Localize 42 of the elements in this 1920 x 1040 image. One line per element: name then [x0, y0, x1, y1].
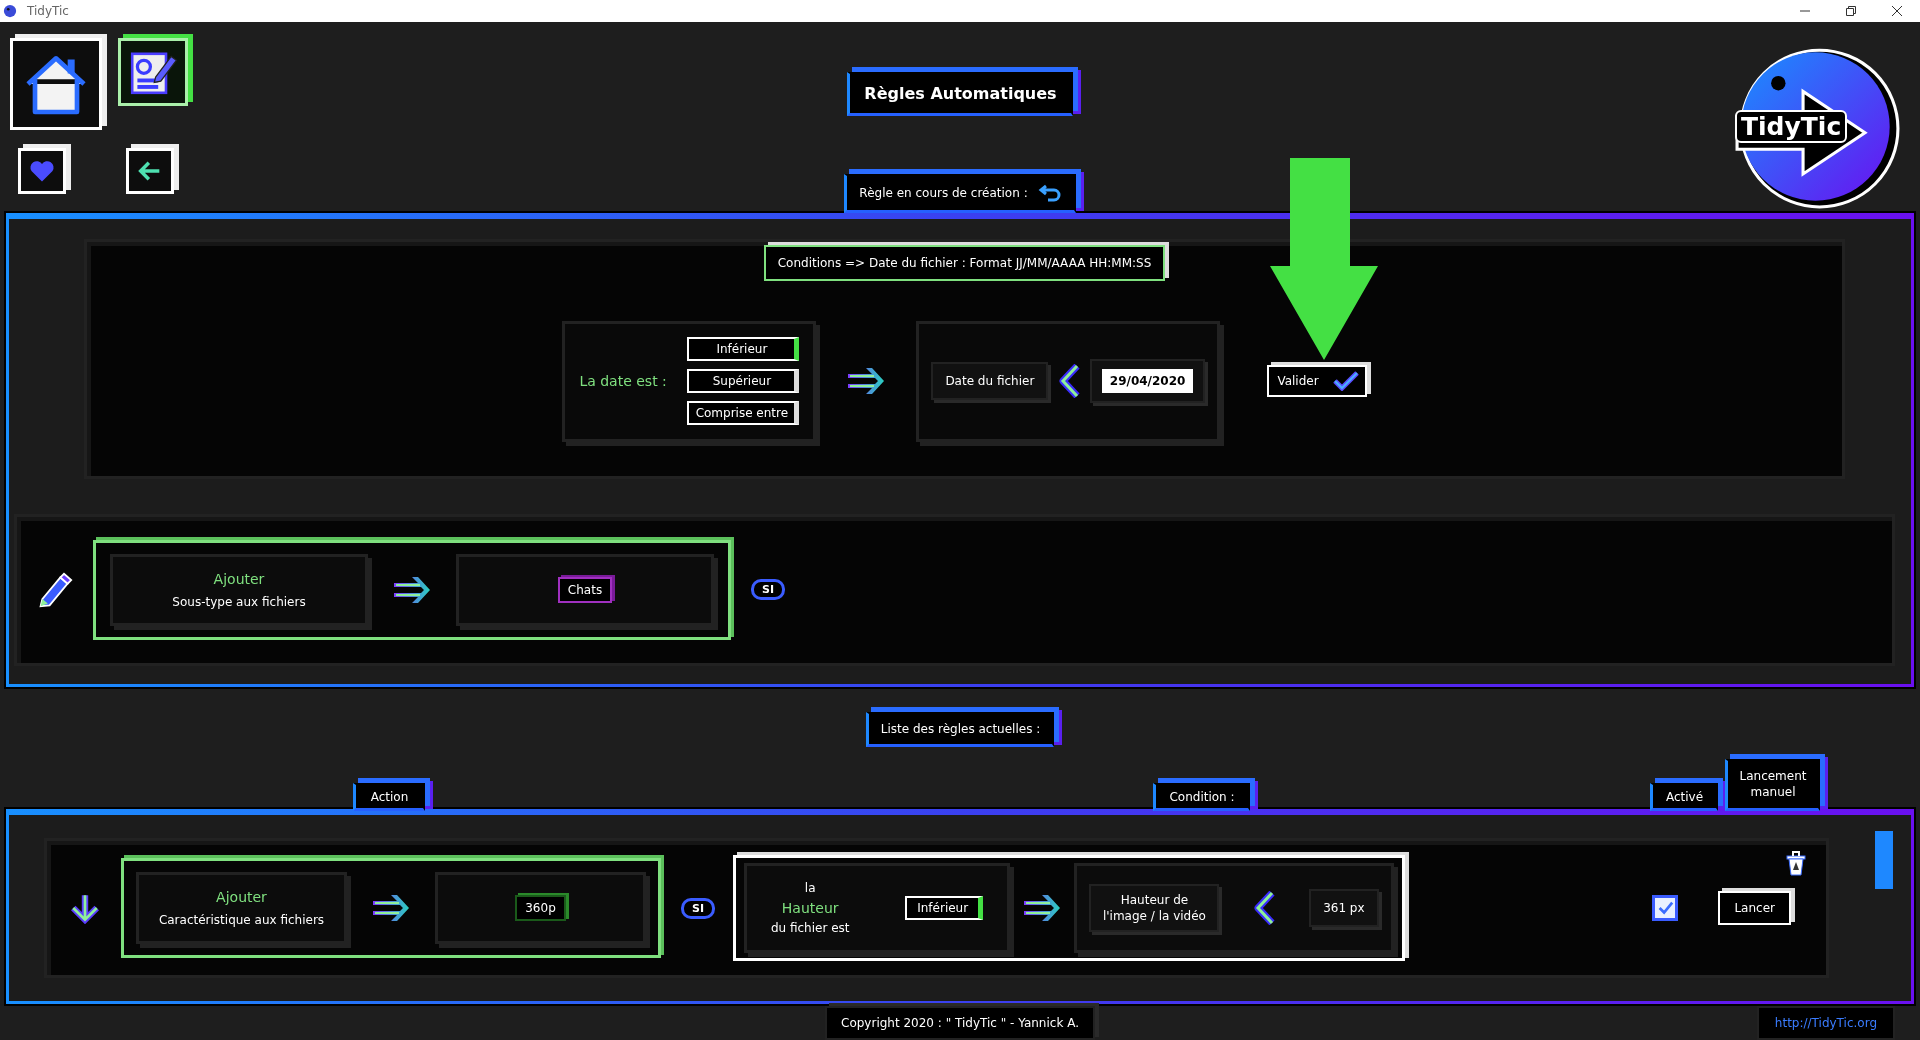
double-arrow-icon [846, 366, 887, 397]
less-than-icon [1252, 891, 1277, 925]
if-badge: SI [681, 897, 715, 919]
limit-value: 361 px [1309, 889, 1379, 927]
double-arrow-icon [1022, 893, 1062, 923]
operator-label: Inférieur [905, 896, 984, 920]
scrollbar-thumb[interactable] [1875, 831, 1893, 889]
conditions-title: Conditions => Date du fichier : Format JJ/MM/AAAA HH:MM:SS [763, 244, 1166, 281]
action-value: Chats [557, 576, 613, 603]
operator-option[interactable]: Inférieur [687, 337, 800, 362]
action-verb: Ajouter [213, 570, 265, 587]
down-arrow-icon[interactable] [69, 892, 101, 924]
website-link[interactable]: http://TidyTic.org [1756, 1006, 1895, 1040]
action-target: Sous-type aux fichiers [172, 594, 306, 609]
action-value: 360p [515, 895, 566, 921]
close-icon [1892, 6, 1902, 16]
down-arrow-icon [1270, 158, 1378, 360]
pencil-icon [37, 571, 73, 608]
enabled-checkbox[interactable] [1652, 895, 1679, 921]
undo-icon [1037, 182, 1062, 203]
condition-property: Hauteur [781, 900, 839, 916]
condition-suffix: du fichier est [770, 921, 850, 935]
app-icon [3, 4, 17, 18]
action-verb: Ajouter [216, 889, 267, 905]
field-label: Date du fichier [931, 362, 1049, 401]
checkmark-icon [1656, 899, 1675, 917]
checkmark-icon [1332, 371, 1359, 392]
operator-option[interactable]: Supérieur [687, 369, 800, 394]
restore-icon [1846, 6, 1856, 16]
logo-text: TidyTic [1735, 110, 1848, 143]
date-field[interactable]: 29/04/2020 [1089, 359, 1206, 404]
if-badge: SI [751, 579, 785, 601]
window-title: TidyTic [27, 4, 69, 18]
field-label: Hauteur de l'image / la vidéo [1089, 883, 1220, 933]
double-arrow-icon [371, 893, 411, 923]
action-target: Caractéristique aux fichiers [158, 913, 325, 927]
less-than-icon [1057, 364, 1082, 399]
double-arrow-icon [392, 574, 432, 605]
trash-icon[interactable] [1784, 849, 1808, 877]
condition-label: La date est : [579, 373, 667, 390]
operator-option[interactable]: Comprise entre [687, 401, 800, 426]
condition-prefix: la [804, 881, 816, 895]
